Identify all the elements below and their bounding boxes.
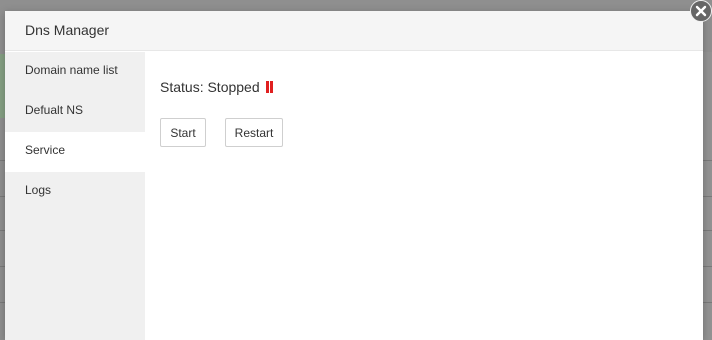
dns-manager-dialog: Dns Manager Domain name list Defualt NS … bbox=[5, 11, 703, 340]
service-panel: Status: Stopped Start Restart bbox=[145, 52, 703, 340]
close-icon bbox=[695, 5, 707, 17]
close-button[interactable] bbox=[690, 0, 712, 22]
dialog-header: Dns Manager bbox=[5, 11, 703, 51]
dialog-sidebar: Domain name list Defualt NS Service Logs bbox=[5, 52, 145, 340]
restart-button[interactable]: Restart bbox=[225, 118, 283, 147]
sidebar-item-default-ns[interactable]: Defualt NS bbox=[5, 92, 145, 132]
sidebar-item-label: Defualt NS bbox=[25, 103, 84, 117]
pause-icon bbox=[265, 81, 274, 93]
sidebar-item-service[interactable]: Service bbox=[5, 132, 145, 172]
service-status: Status: Stopped bbox=[160, 79, 274, 95]
sidebar-item-logs[interactable]: Logs bbox=[5, 172, 145, 212]
status-label: Status: Stopped bbox=[160, 79, 260, 95]
sidebar-item-label: Logs bbox=[25, 183, 52, 197]
sidebar-item-label: Domain name list bbox=[25, 63, 118, 77]
sidebar-item-domain-name-list[interactable]: Domain name list bbox=[5, 52, 145, 92]
sidebar-item-label: Service bbox=[25, 143, 66, 157]
dialog-title: Dns Manager bbox=[25, 22, 110, 38]
start-button[interactable]: Start bbox=[160, 118, 206, 147]
